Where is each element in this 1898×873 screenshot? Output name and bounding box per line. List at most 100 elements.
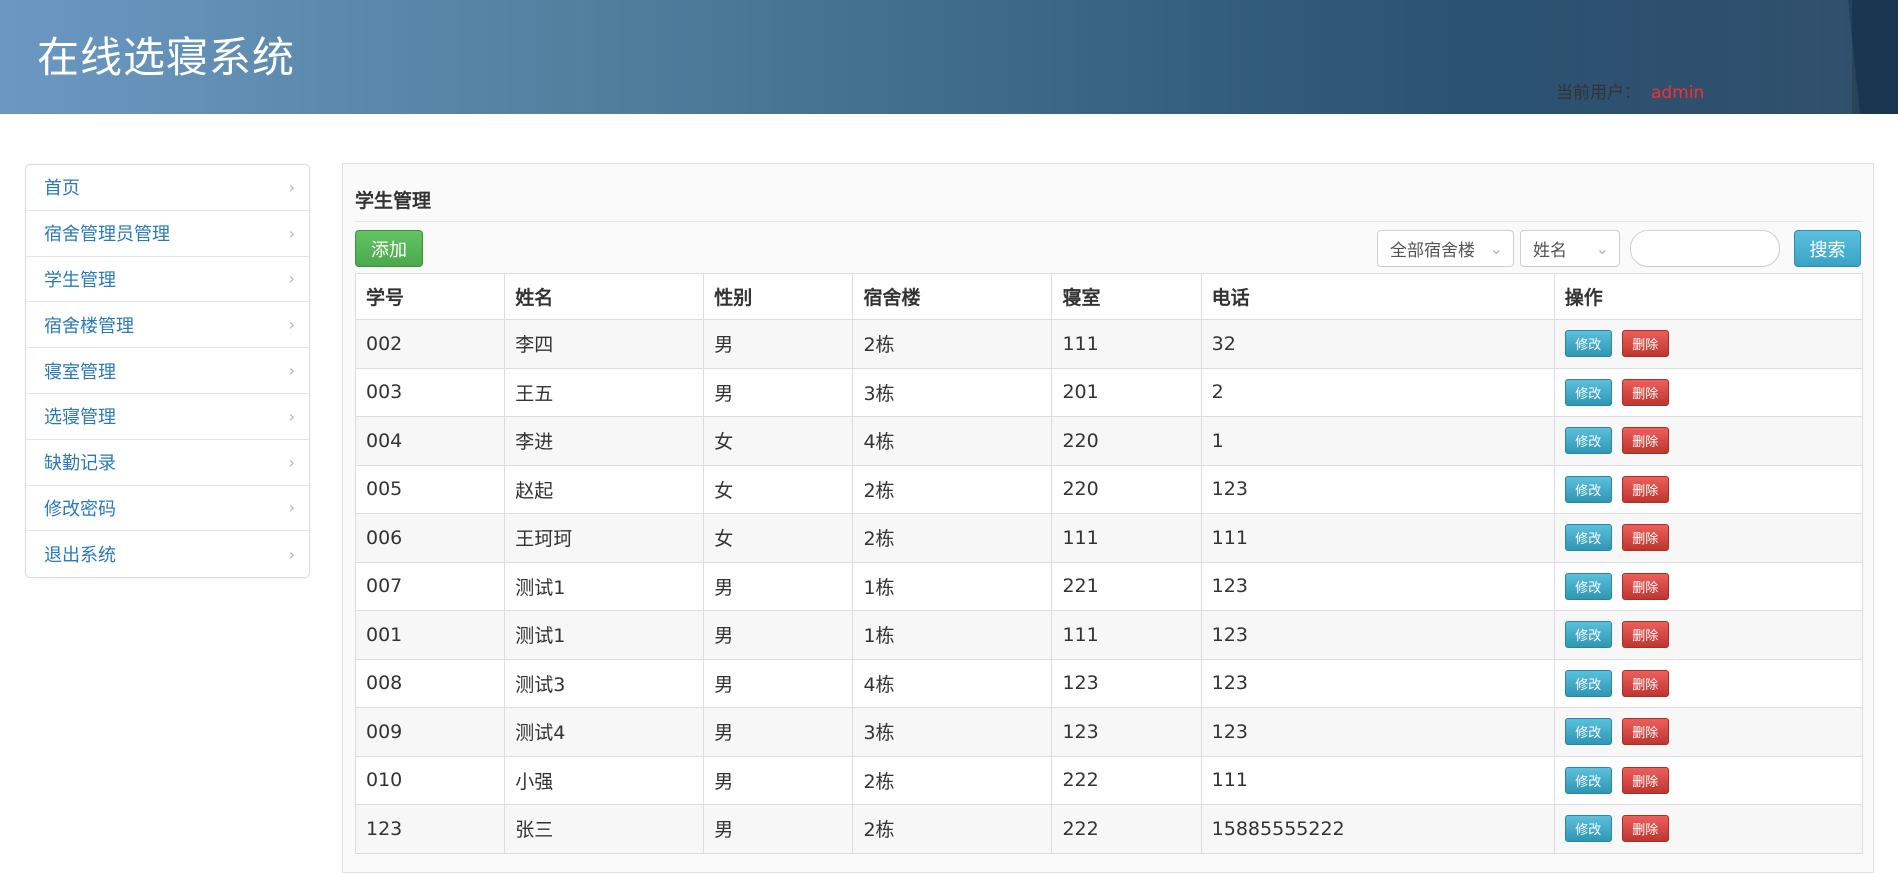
sidebar-item[interactable]: 学生管理 ›: [26, 257, 309, 303]
table-row: 010 小强男 2栋 222 111 修改 删除: [354, 755, 1864, 805]
table-cell: 测试4: [504, 707, 705, 757]
table-cell: 李进: [504, 416, 705, 466]
edit-button[interactable]: 修改: [1564, 718, 1612, 746]
table-cell-actions: 修改 删除: [1553, 561, 1864, 611]
delete-button[interactable]: 删除: [1621, 621, 1669, 649]
table-cell: 123: [1200, 464, 1555, 514]
edit-button[interactable]: 修改: [1564, 815, 1612, 843]
app-title: 在线选寝系统: [37, 33, 296, 82]
column-header: 操作: [1553, 273, 1864, 320]
edit-button[interactable]: 修改: [1564, 766, 1612, 794]
row-actions: 修改 删除: [1564, 815, 1852, 843]
table-cell: 222: [1051, 755, 1202, 805]
search-button[interactable]: 搜索: [1794, 230, 1861, 267]
sidebar-item[interactable]: 选寝管理 ›: [26, 394, 309, 440]
current-user-name: admin: [1651, 83, 1705, 103]
table-cell: 220: [1051, 464, 1202, 514]
search-input[interactable]: [1630, 230, 1780, 267]
table-cell: 111: [1200, 513, 1555, 563]
sidebar-item-label: 修改密码: [44, 498, 116, 520]
column-header: 姓名: [504, 273, 705, 320]
delete-button[interactable]: 删除: [1621, 815, 1669, 843]
table-cell: 123: [1051, 707, 1202, 757]
table-cell: 007: [354, 561, 506, 611]
panel-title: 学生管理: [355, 190, 432, 212]
edit-button[interactable]: 修改: [1564, 669, 1612, 697]
current-user: 当前用户： admin: [1556, 78, 1704, 103]
delete-button[interactable]: 删除: [1621, 572, 1669, 600]
table-cell: 201: [1051, 367, 1202, 417]
table-row: 003 王五男 3栋 201 2 修改 删除: [354, 367, 1864, 417]
sidebar-item-label: 退出系统: [44, 545, 116, 567]
row-actions: 修改 删除: [1564, 378, 1852, 406]
chevron-right-icon: ›: [288, 452, 295, 472]
chevron-right-icon: ›: [288, 223, 295, 243]
sidebar-item[interactable]: 宿舍楼管理 ›: [26, 302, 309, 349]
sidebar-item[interactable]: 退出系统 ›: [26, 531, 309, 577]
table-cell: 111: [1051, 610, 1202, 660]
column-header: 学号: [354, 273, 506, 320]
delete-button[interactable]: 删除: [1621, 669, 1669, 697]
building-select-value: 全部宿舍楼: [1390, 241, 1475, 261]
delete-button[interactable]: 删除: [1621, 475, 1669, 503]
edit-button[interactable]: 修改: [1564, 427, 1612, 455]
edit-button[interactable]: 修改: [1564, 330, 1612, 358]
search-field-select[interactable]: 姓名 ⌄: [1520, 230, 1620, 267]
table-cell: 男: [703, 367, 854, 417]
sidebar-item-label: 学生管理: [44, 269, 116, 291]
edit-button[interactable]: 修改: [1564, 378, 1612, 406]
table-cell: 1栋: [852, 610, 1053, 660]
edit-button[interactable]: 修改: [1564, 475, 1612, 503]
delete-button[interactable]: 删除: [1621, 378, 1669, 406]
app-header: 在线选寝系统 当前用户： admin: [0, 0, 1898, 114]
sidebar-item[interactable]: 修改密码 ›: [26, 486, 309, 532]
table-cell-actions: 修改 删除: [1553, 367, 1864, 417]
table-cell-actions: 修改 删除: [1553, 464, 1864, 514]
table-cell: 123: [1200, 610, 1555, 660]
table-cell: 1: [1200, 416, 1555, 466]
delete-button[interactable]: 删除: [1621, 524, 1669, 552]
sidebar-item-label: 宿舍楼管理: [44, 315, 134, 337]
sidebar-item-label: 寝室管理: [44, 361, 116, 383]
delete-button[interactable]: 删除: [1621, 718, 1669, 746]
table-cell: 123: [1200, 658, 1555, 708]
edit-button[interactable]: 修改: [1564, 572, 1612, 600]
column-header: 电话: [1200, 273, 1555, 320]
chevron-right-icon: ›: [288, 544, 295, 564]
sidebar-item[interactable]: 宿舍管理员管理 ›: [26, 211, 309, 257]
chevron-down-icon: ⌄: [1489, 239, 1503, 258]
delete-button[interactable]: 删除: [1621, 766, 1669, 794]
table-cell: 32: [1200, 319, 1555, 369]
table-cell: 赵起: [504, 464, 705, 514]
sidebar-item[interactable]: 缺勤记录 ›: [26, 440, 309, 486]
edit-button[interactable]: 修改: [1564, 524, 1612, 552]
delete-button[interactable]: 删除: [1621, 330, 1669, 358]
table-cell: 测试1: [504, 561, 705, 611]
table-cell: 006: [354, 513, 506, 563]
table-cell: 2栋: [852, 513, 1053, 563]
sidebar-item[interactable]: 首页 ›: [26, 165, 309, 211]
add-button[interactable]: 添加: [355, 230, 423, 267]
delete-button[interactable]: 删除: [1621, 427, 1669, 455]
table-cell: 男: [703, 319, 854, 369]
table-row: 008 测试3 男 4栋 123 123 修改 删除: [354, 658, 1864, 708]
search-field-select-value: 姓名: [1533, 241, 1567, 261]
sidebar-item[interactable]: 寝室管理 ›: [26, 348, 309, 394]
student-table: 学号 姓名 性别 宿舍楼 寝室 电话 操作 002 李四男 2栋 111 32 修改 删除 003 王五男 3…: [354, 273, 1864, 854]
table-row: 002 李四男 2栋 111 32 修改 删除: [354, 319, 1864, 369]
table-header-row: 学号 姓名 性别 宿舍楼 寝室 电话 操作: [354, 273, 1864, 320]
table-cell: 001: [354, 610, 506, 660]
table-cell: 女: [703, 416, 854, 466]
table-cell: 123: [354, 804, 506, 854]
sidebar-item-label: 宿舍管理员管理: [44, 224, 170, 246]
column-header: 寝室: [1051, 273, 1202, 320]
table-row: 009 测试4 男 3栋 123 123 修改 删除: [354, 707, 1864, 757]
table-cell-actions: 修改 删除: [1553, 513, 1864, 563]
student-management-panel: 学生管理 添加 全部宿舍楼 ⌄ 姓名 ⌄ 搜索 学号 姓名 性别 宿舍楼 寝室 电话 操作 …: [342, 163, 1874, 873]
edit-button[interactable]: 修改: [1564, 621, 1612, 649]
table-cell-actions: 修改 删除: [1553, 416, 1864, 466]
building-select[interactable]: 全部宿舍楼 ⌄: [1377, 230, 1514, 267]
table-cell-actions: 修改 删除: [1553, 319, 1864, 369]
table-cell: 004: [354, 416, 506, 466]
table-cell: 4栋: [852, 658, 1053, 708]
